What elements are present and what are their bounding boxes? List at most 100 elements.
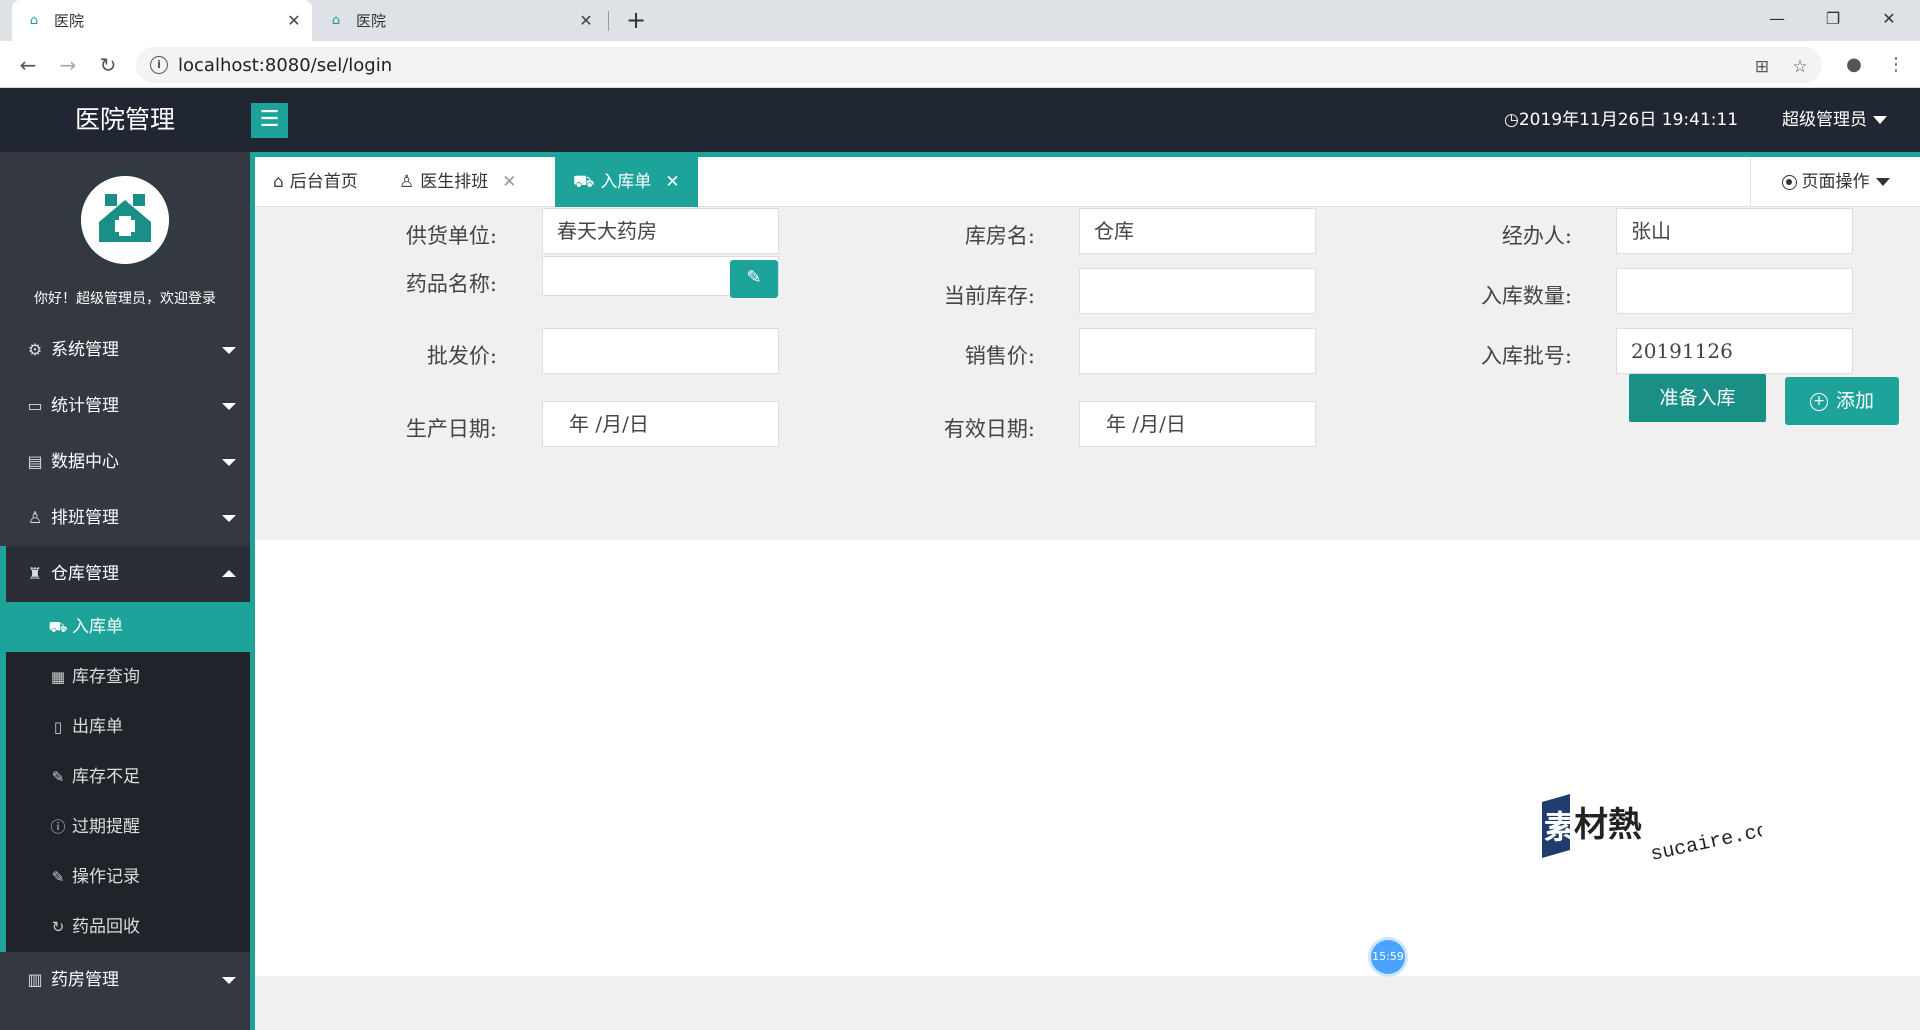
sidebar-item-stats[interactable]: ▭ 统计管理	[0, 378, 250, 434]
user-icon: ♙	[27, 508, 43, 527]
avatar	[77, 172, 173, 268]
timer-badge[interactable]: 15:59	[1368, 937, 1408, 977]
retail-field[interactable]	[1079, 328, 1316, 374]
browser-tab-title: 医院	[54, 12, 85, 30]
handler-field[interactable]: 张山	[1616, 208, 1853, 254]
info-icon: ⓘ	[50, 818, 66, 836]
wholesale-label: 批发价:	[426, 344, 497, 368]
prepare-stock-in-button[interactable]: 准备入库	[1629, 374, 1766, 422]
current-stock-label: 当前库存:	[943, 284, 1035, 308]
sidebar-item-system[interactable]: ⚙ 系统管理	[0, 322, 250, 378]
user-icon: ♙	[399, 172, 415, 192]
edit-icon: ✎	[51, 768, 65, 786]
reload-icon[interactable]: ↻	[92, 49, 124, 81]
close-window-icon[interactable]: ✕	[1866, 4, 1912, 34]
page-operations-dropdown[interactable]: 页面操作	[1750, 157, 1920, 207]
chevron-down-icon	[222, 459, 236, 466]
sidebar-item-stock-query[interactable]: ▦ 库存查询	[6, 652, 250, 702]
sidebar-item-schedule[interactable]: ♙ 排班管理	[0, 490, 250, 546]
menu-toggle-icon[interactable]: ☰	[251, 103, 288, 138]
address-bar: ← → ↻ i localhost:8080/sel/login ⊞ ☆ ● ⋮	[0, 41, 1920, 88]
in-qty-field[interactable]	[1616, 268, 1853, 314]
tab-home[interactable]: ⌂ 后台首页	[255, 157, 376, 207]
url-text: localhost:8080/sel/login	[178, 55, 393, 76]
sidebar-item-stock-in[interactable]: ⛟ 入库单	[6, 602, 250, 652]
select-drug-button[interactable]: ✎	[730, 260, 778, 298]
sidebar-item-data-center[interactable]: ▤ 数据中心	[0, 434, 250, 490]
tab-separator	[608, 11, 609, 31]
gear-icon: ⚙	[27, 340, 43, 359]
more-menu-icon[interactable]: ⋮	[1884, 53, 1908, 77]
browser-tabstrip: ⌂ 医院 ✕ ⌂ 医院 ✕ + — ❐ ✕	[0, 0, 1920, 41]
tab-stock-in[interactable]: ⛟ 入库单 ✕	[555, 157, 698, 207]
batch-no-field[interactable]: 20191126	[1616, 328, 1853, 374]
retail-label: 销售价:	[964, 344, 1035, 368]
browser-tab-inactive[interactable]: ⌂ 医院 ✕	[314, 0, 604, 41]
exp-date-label: 有效日期:	[943, 417, 1035, 441]
warehouse-icon: ♜	[27, 564, 43, 583]
content-panel	[255, 540, 1920, 976]
sidebar-item-recycle[interactable]: ↻ 药品回收	[6, 902, 250, 952]
book-icon: ▥	[27, 970, 43, 989]
monitor-icon: ▭	[27, 396, 43, 415]
supplier-label: 供货单位:	[405, 224, 497, 248]
sidebar-item-op-log[interactable]: ✎ 操作记录	[6, 852, 250, 902]
tab-doctor-schedule[interactable]: ♙ 医生排班 ✕	[381, 157, 535, 207]
page-tabs: ⌂ 后台首页 ♙ 医生排班 ✕ ⛟ 入库单 ✕ 页面操作	[255, 157, 1920, 207]
sidebar-item-pharmacy[interactable]: ▥ 药房管理	[0, 952, 250, 1008]
header-datetime: ◷2019年11月26日 19:41:11	[1504, 88, 1738, 152]
sidebar-item-label: 仓库管理	[51, 564, 119, 584]
svg-text:素: 素	[1544, 809, 1576, 845]
chevron-down-icon	[222, 403, 236, 410]
user-dropdown[interactable]: 超级管理员	[1782, 88, 1887, 152]
warehouse-label: 库房名:	[964, 224, 1035, 248]
star-icon[interactable]: ☆	[1788, 55, 1812, 79]
close-icon[interactable]: ✕	[502, 157, 516, 207]
translate-icon[interactable]: ⊞	[1750, 55, 1774, 79]
new-tab-icon[interactable]: +	[622, 6, 650, 34]
edit-icon: ✎	[746, 267, 762, 288]
minimize-icon[interactable]: —	[1754, 4, 1800, 34]
sidebar-item-expiry[interactable]: ⓘ 过期提醒	[6, 802, 250, 852]
back-icon[interactable]: ←	[12, 49, 44, 81]
close-icon[interactable]: ✕	[665, 157, 679, 207]
sidebar-item-label: 过期提醒	[72, 817, 140, 837]
drug-name-label: 药品名称:	[405, 272, 497, 296]
browser-chrome: ⌂ 医院 ✕ ⌂ 医院 ✕ + — ❐ ✕ ← → ↻ i localhost:…	[0, 0, 1920, 88]
sidebar-item-warehouse[interactable]: ♜ 仓库管理	[0, 546, 250, 602]
sidebar-item-label: 统计管理	[51, 396, 119, 416]
current-stock-field[interactable]	[1079, 268, 1316, 314]
user-name: 超级管理员	[1782, 110, 1867, 130]
restore-icon[interactable]: ❐	[1810, 4, 1856, 34]
page-ops-label: 页面操作	[1801, 172, 1870, 192]
forward-icon[interactable]: →	[52, 49, 84, 81]
sidebar-item-label: 系统管理	[51, 340, 119, 360]
chevron-down-icon	[1873, 116, 1887, 124]
in-qty-label: 入库数量:	[1480, 284, 1572, 308]
profile-icon[interactable]: ●	[1842, 53, 1866, 77]
watermark-logo: 素 材熱 sucaire.com	[1542, 794, 1762, 867]
add-button[interactable]: + 添加	[1785, 377, 1899, 425]
sidebar-item-label: 操作记录	[72, 867, 140, 887]
app-brand: 医院管理	[74, 105, 175, 134]
sidebar-item-low-stock[interactable]: ✎ 库存不足	[6, 752, 250, 802]
supplier-field[interactable]: 春天大药房	[542, 208, 779, 254]
info-icon[interactable]: i	[150, 56, 168, 74]
cart-icon: ⛟	[573, 172, 595, 192]
home-icon: ⌂	[273, 172, 284, 192]
clock-icon: ◷	[1504, 110, 1519, 130]
sidebar-item-label: 药品回收	[72, 917, 140, 937]
browser-tab-active[interactable]: ⌂ 医院 ✕	[12, 0, 312, 41]
tab-label: 后台首页	[289, 172, 358, 192]
close-tab-icon[interactable]: ✕	[282, 11, 306, 30]
omnibox[interactable]: i localhost:8080/sel/login ⊞ ☆	[136, 47, 1822, 83]
prod-date-field[interactable]: 年 /月/日	[542, 401, 779, 447]
close-tab-icon[interactable]: ✕	[574, 11, 598, 30]
edit-icon: ✎	[51, 868, 65, 886]
wholesale-field[interactable]	[542, 328, 779, 374]
sidebar-item-label: 数据中心	[51, 452, 119, 472]
handler-label: 经办人:	[1501, 224, 1572, 248]
warehouse-field[interactable]: 仓库	[1079, 208, 1316, 254]
sidebar-item-stock-out[interactable]: ▯ 出库单	[6, 702, 250, 752]
exp-date-field[interactable]: 年 /月/日	[1079, 401, 1316, 447]
